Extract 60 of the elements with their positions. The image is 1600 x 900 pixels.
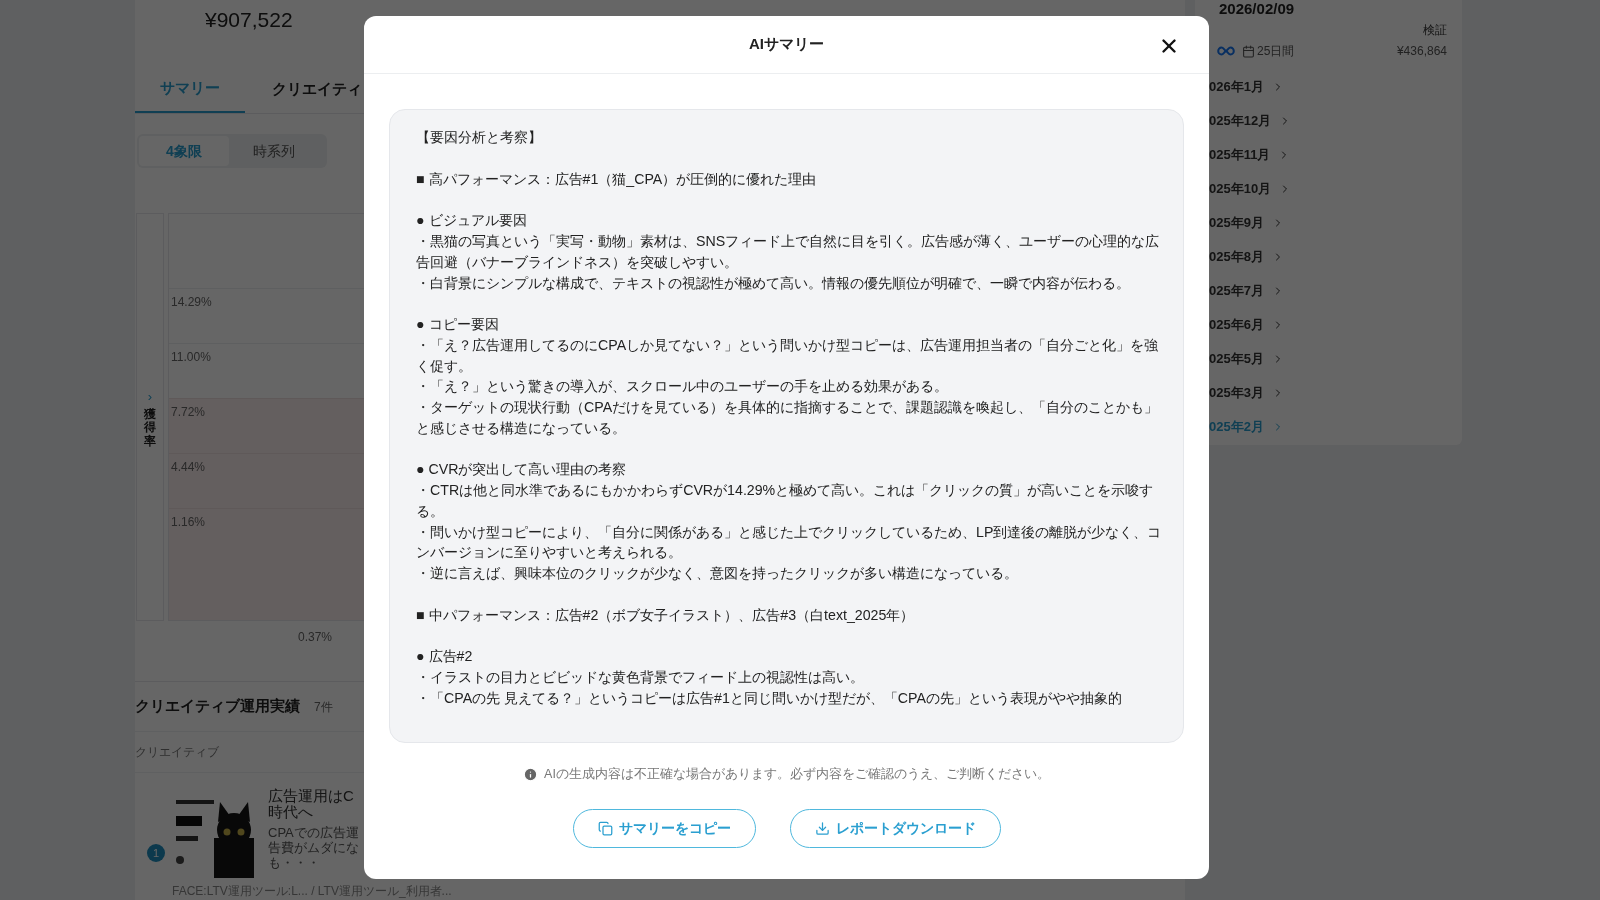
count-label: 7件 [314, 698, 333, 716]
summary-text: ・「え？」という驚きの導入が、スクロール中のユーザーの手を止める効果がある。 [416, 377, 949, 397]
summary-text: ・ターゲットの現状行動（CPAだけを見ている）を具体的に指摘することで、課題認識を喚起し、「自分のことかも」と感じさせる構造になっている。 [416, 398, 1160, 438]
summary-text: ・イラストの目力とビビッドな黄色背景でフィード上の視認性は高い。 [416, 668, 865, 688]
info-icon [523, 766, 539, 782]
stat-value: ¥907,522 [205, 7, 293, 33]
view-toggle[interactable]: 4象限 [139, 136, 229, 167]
campaign-note: 検証 [1423, 22, 1448, 39]
summary-text: ・CTRは他と同水準であるにもかかわらずCVRが14.29%と極めて高い。これは「クリックの質」が高いことを示唆する。 [416, 481, 1155, 521]
rank-badge: 1 [147, 844, 165, 862]
dialog-title: AIサマリー [749, 34, 824, 55]
month-item[interactable]: 025年5月 [1209, 342, 1462, 376]
month-item[interactable]: 026年1月 [1209, 70, 1462, 104]
summary-text: ● CVRが突出して高い理由の考察 [416, 460, 628, 480]
axis-toggle[interactable]: › [147, 386, 153, 407]
month-item[interactable]: 025年11月 [1209, 138, 1462, 172]
creative-description: CPAでの広告運 [268, 825, 359, 840]
calendar-icon [1242, 44, 1255, 58]
amount-label: ¥436,864 [1396, 43, 1447, 60]
summary-text: ・白背景にシンプルな構成で、テキストの視認性が極めて高い。情報の優先順位が明確で、一瞬で内容が伝わる。 [416, 273, 1131, 293]
creative-title: 広告運用はC [268, 788, 355, 804]
summary-text: ・問いかけ型コピーにより、「自分に関係がある」と感じた上でクリックしているため、LP到達後の離脱が少なく、コンバージョンに至りやすいと考えられる。 [416, 522, 1163, 563]
month-item[interactable]: 025年7月 [1209, 274, 1462, 308]
summary-text: ・逆に言えば、興味本位のクリックが少なく、意図を持ったクリックが多い構造になっている。 [416, 563, 1019, 583]
summary-text: ■ 高パフォーマンス：広告#1（猫_CPA）が圧倒的に優れた理由 [416, 169, 818, 189]
y-tick-label: 1.16% [171, 515, 206, 530]
tab[interactable]: クリエイティ [245, 65, 362, 114]
y-tick-label: 4.44% [171, 460, 206, 475]
summary-text: 【要因分析と考察】 [416, 128, 543, 147]
summary-text: ● 広告#2 [416, 647, 474, 667]
disclaimer: AIの生成内容は不正確な場合があります。必ず内容をご確認のうえ、ご判断ください。 [544, 766, 1050, 783]
x-tick-label: 0.37% [298, 629, 333, 647]
month-item[interactable]: 025年12月 [1209, 104, 1462, 138]
creative-description: も・・・ [268, 855, 321, 870]
copy-icon [597, 820, 613, 836]
summary-text: ■ 中パフォーマンス：広告#2（ボブ女子イラスト）、広告#3（白text_2025年） [416, 605, 916, 625]
tab[interactable]: サマリー [135, 65, 245, 114]
download-icon [814, 820, 830, 836]
creative-title: 時代へ [268, 804, 314, 820]
infinity-logo-icon [1217, 46, 1235, 56]
month-item[interactable]: 025年2月 [1209, 410, 1462, 444]
month-item[interactable]: 025年9月 [1209, 206, 1462, 240]
creative-description: 告費がムダにな [268, 840, 359, 855]
y-tick-label: 14.29% [171, 295, 212, 310]
summary-text: ・「CPAの先 見えてる？」というコピーは広告#1と同じ問いかけ型だが、「CPAの先」という表現がやや抽象的 [416, 688, 1123, 708]
summary-text: ・黒猫の写真という「実写・動物」素材は、SNSフィード上で自然に目を引く。広告感が薄く、ユーザーの心理的な広告回避（バナーブラインドネス）を突破しやすい。 [416, 232, 1161, 272]
campaign-date: 2026/02/09 [1219, 1, 1296, 17]
month-item[interactable]: 025年8月 [1209, 240, 1462, 274]
view-toggle[interactable]: 時系列 [229, 136, 319, 167]
summary-text: ・「え？広告運用してるのにCPAしか見てない？」という問いかけ型コピーは、広告運用担当者の「自分ごと化」を強く促す。 [416, 335, 1160, 376]
summary-text: ● コピー要因 [416, 315, 500, 335]
month-item[interactable]: 025年6月 [1209, 308, 1462, 342]
duration-label: 25日間 [1257, 43, 1295, 60]
month-item[interactable]: 025年10月 [1209, 172, 1462, 206]
month-item[interactable]: 025年3月 [1209, 376, 1462, 410]
y-tick-label: 11.00% [171, 350, 211, 365]
summary-text: ● ビジュアル要因 [416, 211, 528, 231]
y-tick-label: 7.72% [171, 405, 206, 420]
section-title: クリエイティブ運用実績 [135, 696, 300, 717]
axis-label: 獲得率 [144, 408, 156, 448]
